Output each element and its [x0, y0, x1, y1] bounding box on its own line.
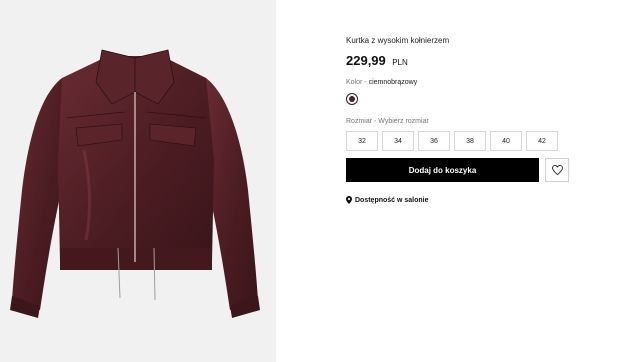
size-label: Rozmiar — [346, 118, 373, 125]
leather-jacket-image — [10, 49, 260, 318]
color-label-row: Kolor - ciemnobrązowy — [346, 79, 417, 86]
size-option-32[interactable]: 32 — [346, 131, 378, 151]
store-availability-link[interactable]: Dostępność w salonie — [346, 196, 429, 204]
color-value: ciemnobrązowy — [368, 79, 418, 86]
price-amount: 229,99 — [346, 53, 386, 68]
price-currency: PLN — [392, 58, 408, 67]
color-swatch[interactable] — [346, 93, 358, 105]
wishlist-button[interactable] — [545, 158, 569, 182]
swatch-dot — [349, 96, 355, 102]
location-pin-icon — [346, 196, 352, 204]
availability-text: Dostępność w salonie — [355, 196, 429, 204]
size-option-38[interactable]: 38 — [454, 131, 486, 151]
color-label: Kolor — [346, 79, 363, 86]
product-price: 229,99 PLN — [346, 52, 408, 70]
size-label-row: Rozmiar - Wybierz rozmiar — [346, 118, 429, 125]
product-image[interactable] — [0, 0, 276, 362]
size-option-42[interactable]: 42 — [526, 131, 558, 151]
size-option-36[interactable]: 36 — [418, 131, 450, 151]
add-to-cart-button[interactable]: Dodaj do koszyka — [346, 158, 539, 182]
size-option-40[interactable]: 40 — [490, 131, 522, 151]
size-options: 32 34 36 38 40 42 — [346, 131, 558, 151]
heart-icon — [551, 165, 563, 175]
size-option-34[interactable]: 34 — [382, 131, 414, 151]
product-title: Kurtka z wysokim kołnierzem — [346, 36, 450, 45]
size-prompt: Wybierz rozmiar — [378, 118, 429, 125]
